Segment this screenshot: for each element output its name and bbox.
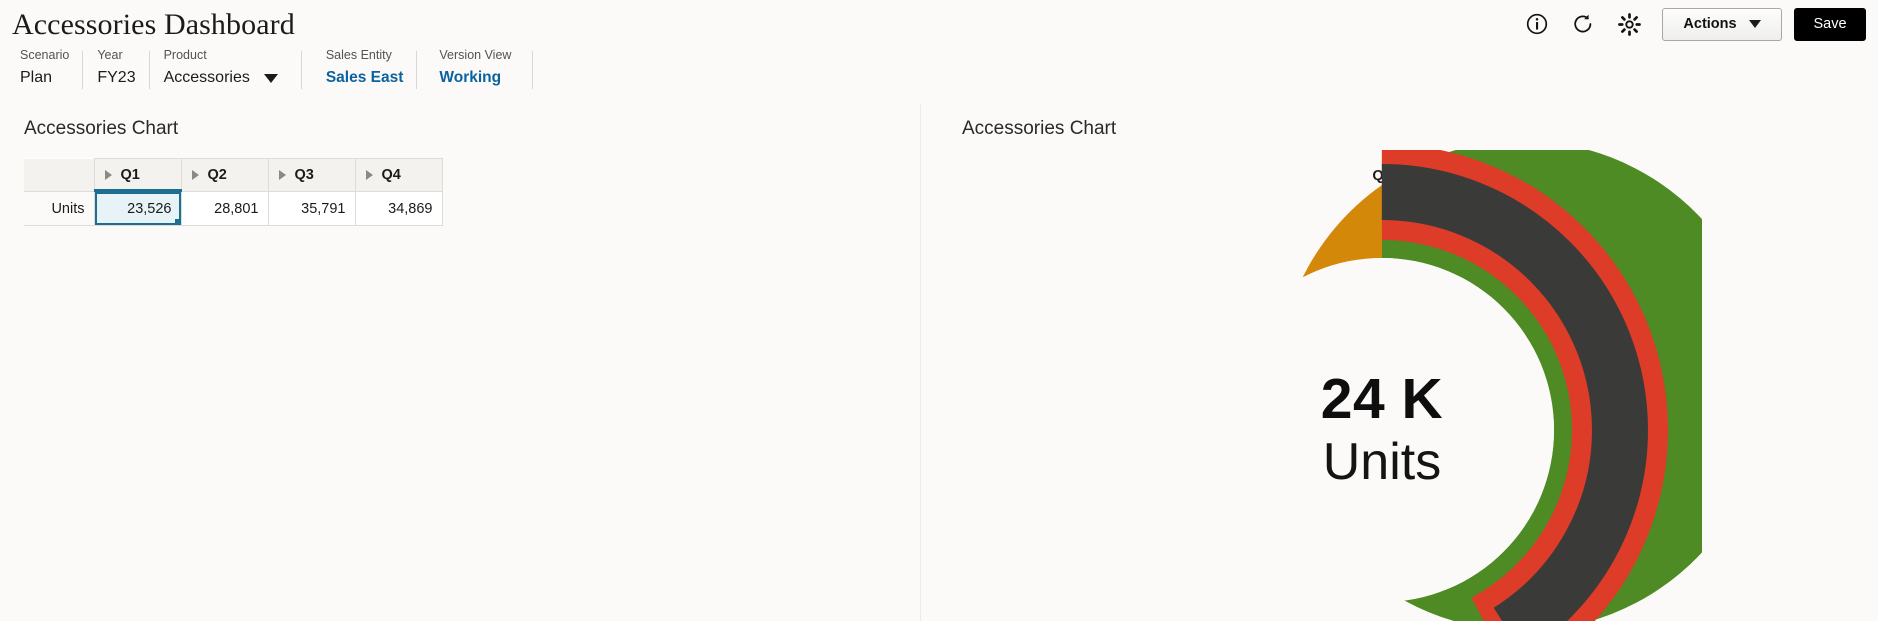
grid-column-header-q4-label: Q4	[381, 167, 401, 183]
grid-row-header-units[interactable]: Units	[24, 191, 95, 226]
pov-item-product[interactable]: Product Accessories	[150, 48, 303, 92]
pov-bar: Scenario Plan Year FY23 Product Accessor…	[14, 48, 534, 92]
pov-value-product-text: Accessories	[163, 69, 250, 86]
pov-value-version-view[interactable]: Working	[439, 68, 511, 88]
pov-item-year[interactable]: Year FY23	[83, 48, 150, 92]
actions-button-label: Actions	[1683, 16, 1737, 32]
grid-column-header-q4[interactable]: Q4	[354, 158, 443, 192]
left-panel-title: Accessories Chart	[24, 118, 179, 139]
grid-cell-units-q4[interactable]: 34,869	[354, 191, 443, 226]
grid-column-header-q2-label: Q2	[207, 167, 227, 183]
table-row: Units 23,526 28,801 35,791 34,869	[24, 191, 443, 226]
grid-cell-units-q1[interactable]: 23,526	[93, 191, 182, 226]
pov-value-product[interactable]: Accessories	[164, 68, 278, 88]
page-header: Accessories Dashboard Scenario Plan Year…	[0, 0, 1878, 108]
save-button[interactable]: Save	[1794, 7, 1866, 41]
header-toolbar: Actions Save	[1514, 6, 1866, 42]
grid-column-header-q2[interactable]: Q2	[180, 158, 269, 192]
expand-triangle-icon[interactable]	[104, 170, 112, 180]
refresh-icon[interactable]	[1560, 6, 1606, 42]
pov-value-scenario[interactable]: Plan	[20, 68, 69, 88]
grid-column-header-q1-label: Q1	[120, 167, 140, 183]
donut-chart-svg	[1096, 150, 1702, 621]
actions-button[interactable]: Actions	[1662, 7, 1782, 41]
pov-item-scenario[interactable]: Scenario Plan	[14, 48, 84, 92]
grid-column-header-q1[interactable]: Q1	[93, 158, 182, 193]
grid-corner-cell	[24, 158, 95, 192]
pov-label-version-view: Version View	[439, 48, 512, 62]
expand-triangle-icon[interactable]	[278, 170, 286, 180]
pov-label-year: Year	[97, 48, 123, 62]
donut-hole-mask	[1210, 258, 1554, 602]
pov-label-product: Product	[163, 48, 207, 62]
pov-value-sales-entity[interactable]: Sales East	[326, 68, 404, 88]
expand-triangle-icon[interactable]	[191, 170, 199, 180]
pov-label-sales-entity: Sales Entity	[325, 48, 392, 62]
left-panel: Accessories Chart Q1 Q2 Q3 Q4 Units 23,5…	[0, 104, 921, 621]
info-circle-icon[interactable]	[1514, 6, 1560, 42]
chevron-down-icon[interactable]	[263, 73, 278, 83]
data-grid[interactable]: Q1 Q2 Q3 Q4 Units 23,526 28,801 35,791 3…	[24, 158, 443, 226]
save-button-label: Save	[1813, 16, 1847, 32]
pov-item-version-view[interactable]: Version View Working	[417, 48, 534, 92]
chevron-down-icon	[1748, 20, 1761, 28]
right-panel-title: Accessories Chart	[962, 118, 1117, 139]
grid-cell-units-q3[interactable]: 35,791	[267, 191, 356, 226]
grid-header-row: Q1 Q2 Q3 Q4	[24, 158, 443, 193]
donut-chart[interactable]: Q1 24 K Units	[1062, 150, 1702, 621]
expand-triangle-icon[interactable]	[365, 170, 373, 180]
grid-cell-units-q2[interactable]: 28,801	[180, 191, 269, 226]
pov-value-year[interactable]: FY23	[97, 68, 135, 88]
gear-icon[interactable]	[1606, 6, 1652, 42]
grid-column-header-q3-label: Q3	[294, 167, 314, 183]
page-title: Accessories Dashboard	[12, 8, 295, 41]
dashboard-root: Accessories Dashboard Scenario Plan Year…	[0, 0, 1878, 621]
pov-item-sales-entity[interactable]: Sales Entity Sales East	[302, 48, 418, 92]
right-panel: Accessories Chart Q1 24 K Units	[922, 104, 1878, 621]
grid-column-header-q3[interactable]: Q3	[267, 158, 356, 192]
pov-label-scenario: Scenario	[20, 48, 70, 62]
